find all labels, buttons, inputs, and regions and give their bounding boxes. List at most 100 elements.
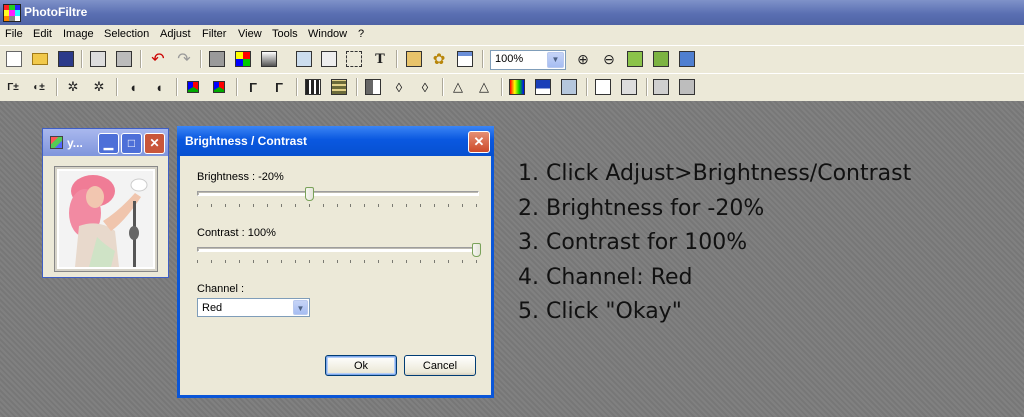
ok-button[interactable]: Ok xyxy=(325,355,397,376)
contrast-up-icon[interactable]: ◖ xyxy=(150,78,168,96)
chevron-down-icon[interactable]: ▼ xyxy=(547,52,564,68)
triangle-icon[interactable]: △ xyxy=(449,78,467,96)
triangles-icon[interactable]: △ xyxy=(475,78,493,96)
slider-tick xyxy=(309,204,310,207)
image-canvas[interactable] xyxy=(54,166,158,272)
menu-tools[interactable]: Tools xyxy=(272,28,298,40)
undo-icon[interactable]: ↶ xyxy=(149,50,167,68)
slider-tick xyxy=(378,260,379,263)
window-icon[interactable] xyxy=(456,50,474,68)
fit-icon[interactable] xyxy=(626,50,644,68)
image-window[interactable]: y... ▁ □ ✕ xyxy=(42,128,169,278)
contrast-slider-track[interactable] xyxy=(197,247,479,252)
gamma-down-icon[interactable]: Γ xyxy=(244,78,262,96)
chevron-down-icon[interactable]: ▼ xyxy=(293,300,308,315)
slider-tick xyxy=(448,204,449,207)
contrast-slider-thumb[interactable] xyxy=(472,243,481,257)
brightness-slider-ticks xyxy=(197,204,479,208)
menu-filter[interactable]: Filter xyxy=(202,28,226,40)
color-rect-icon[interactable] xyxy=(508,78,526,96)
close-window-button[interactable]: ✕ xyxy=(144,133,165,154)
scan-icon[interactable] xyxy=(115,50,133,68)
slider-tick xyxy=(225,260,226,263)
menu-file[interactable]: File xyxy=(5,28,23,40)
slider-tick xyxy=(350,260,351,263)
shear-icon[interactable] xyxy=(678,78,696,96)
instruction-step: 5. Click "Okay" xyxy=(518,299,682,324)
frame-icon[interactable] xyxy=(620,78,638,96)
grid-icon[interactable] xyxy=(304,78,322,96)
automate-icon[interactable]: ✿ xyxy=(430,50,448,68)
gamma-up-icon[interactable]: Γ xyxy=(270,78,288,96)
book-icon[interactable] xyxy=(594,78,612,96)
saturation-down-icon[interactable] xyxy=(184,78,202,96)
menu-selection[interactable]: Selection xyxy=(104,28,149,40)
save-icon[interactable] xyxy=(57,50,75,68)
slider-tick xyxy=(309,260,310,263)
select-icon[interactable] xyxy=(295,50,313,68)
adjust-toolbar: Γ± ◐± ✲ ✲ ◖ ◖ Γ Γ ◊ ◊ △ △ xyxy=(0,73,1024,102)
zoom-out-icon[interactable]: ⊖ xyxy=(600,50,618,68)
menu-help[interactable]: ? xyxy=(358,28,364,40)
minimize-button[interactable]: ▁ xyxy=(98,133,119,154)
maximize-button[interactable]: □ xyxy=(121,133,142,154)
monitor-color-icon[interactable] xyxy=(534,78,552,96)
color-grid-icon[interactable] xyxy=(234,50,252,68)
dialog-titlebar[interactable]: Brightness / Contrast ✕ xyxy=(177,126,494,156)
slider-tick xyxy=(476,204,477,207)
slider-tick xyxy=(295,260,296,263)
contrast-down-icon[interactable]: ◖ xyxy=(124,78,142,96)
slider-tick xyxy=(420,204,421,207)
menu-image[interactable]: Image xyxy=(63,28,94,40)
saturation-up-icon[interactable] xyxy=(210,78,228,96)
text-icon[interactable]: T xyxy=(371,50,389,68)
gradient-icon[interactable] xyxy=(260,50,278,68)
drops-icon[interactable]: ◊ xyxy=(416,78,434,96)
zoom-select[interactable]: 100% ▼ xyxy=(490,50,566,70)
app-titlebar: PhotoFiltre xyxy=(0,0,1024,25)
cancel-button[interactable]: Cancel xyxy=(404,355,476,376)
image-window-titlebar[interactable]: y... ▁ □ ✕ xyxy=(43,129,168,156)
pattern-icon[interactable] xyxy=(330,78,348,96)
slider-tick xyxy=(211,204,212,207)
crop-icon[interactable] xyxy=(320,50,338,68)
new-icon[interactable] xyxy=(5,50,23,68)
slider-tick xyxy=(225,204,226,207)
menu-window[interactable]: Window xyxy=(308,28,347,40)
menu-view[interactable]: View xyxy=(238,28,262,40)
menu-edit[interactable]: Edit xyxy=(33,28,52,40)
open-icon[interactable] xyxy=(31,50,49,68)
transform-icon[interactable] xyxy=(652,78,670,96)
drop-icon[interactable]: ◊ xyxy=(390,78,408,96)
app-title: PhotoFiltre xyxy=(24,5,88,19)
channel-select[interactable]: Red ▼ xyxy=(197,298,310,317)
fullscreen-icon[interactable] xyxy=(652,50,670,68)
menu-adjust[interactable]: Adjust xyxy=(160,28,191,40)
marquee-icon[interactable] xyxy=(345,50,363,68)
auto-contrast-icon[interactable]: ◐± xyxy=(30,78,48,96)
auto-levels-icon[interactable]: Γ± xyxy=(4,78,22,96)
brightness-down-icon[interactable]: ✲ xyxy=(64,78,82,96)
mirror-icon[interactable] xyxy=(364,78,382,96)
slider-tick xyxy=(406,260,407,263)
redo-icon[interactable]: ↷ xyxy=(175,50,193,68)
dialog-close-button[interactable]: ✕ xyxy=(468,131,490,153)
brightness-slider-track[interactable] xyxy=(197,191,479,196)
slider-tick xyxy=(211,260,212,263)
layers-icon[interactable] xyxy=(405,50,423,68)
brightness-label: Brightness : -20% xyxy=(197,171,284,183)
brightness-slider-thumb[interactable] xyxy=(305,187,314,201)
slider-tick xyxy=(323,260,324,263)
zoom-in-icon[interactable]: ⊕ xyxy=(574,50,592,68)
paste-icon[interactable] xyxy=(208,50,226,68)
print-icon[interactable] xyxy=(89,50,107,68)
slider-tick xyxy=(323,204,324,207)
slider-tick xyxy=(448,260,449,263)
photofiltre-logo-icon xyxy=(3,4,21,22)
photo-illustration xyxy=(59,171,153,267)
slider-tick xyxy=(364,204,365,207)
monitor-icon[interactable] xyxy=(678,50,696,68)
brightness-up-icon[interactable]: ✲ xyxy=(90,78,108,96)
effect-icon[interactable] xyxy=(560,78,578,96)
instruction-step: 2. Brightness for -20% xyxy=(518,195,765,221)
